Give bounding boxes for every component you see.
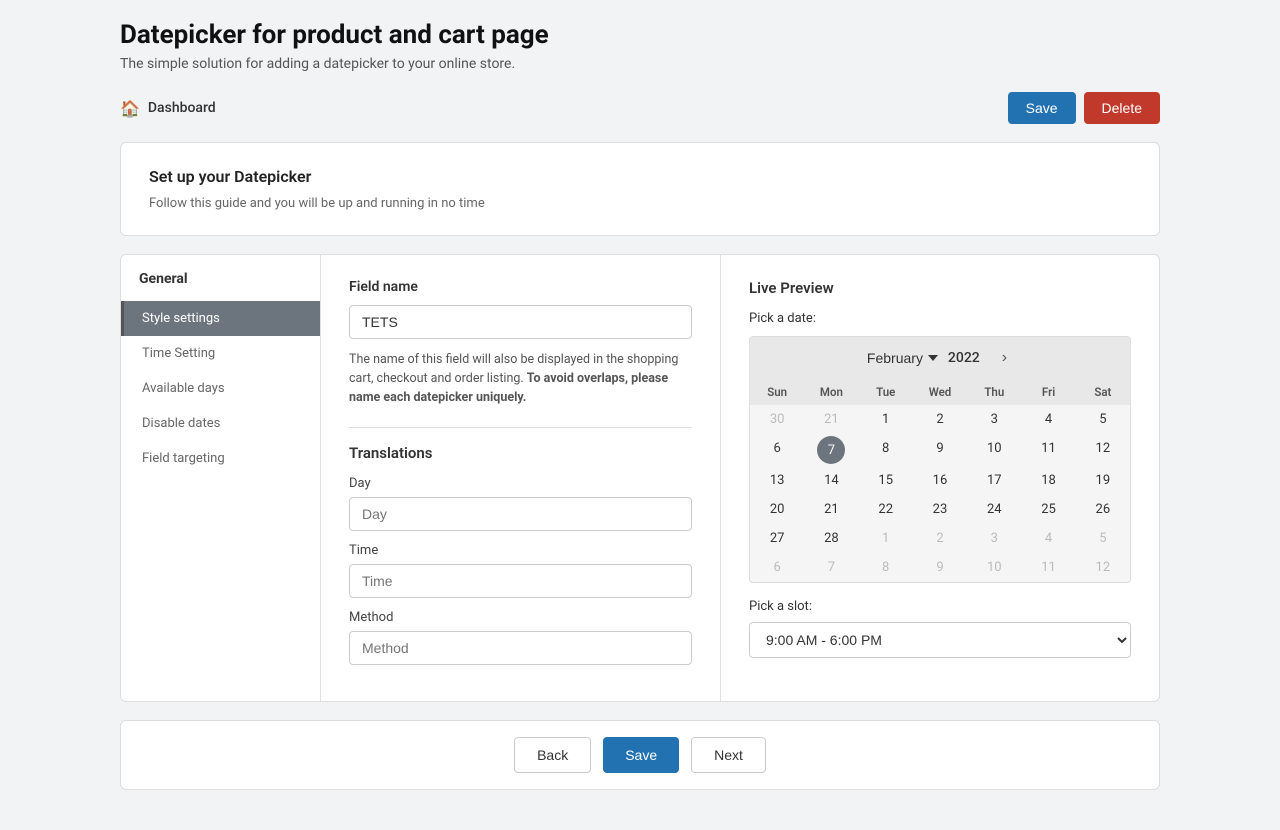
- top-bar: 🏠 Dashboard Save Delete: [120, 92, 1160, 124]
- calendar-date[interactable]: 7: [804, 553, 858, 582]
- sidebar-title: General: [121, 271, 320, 301]
- calendar-date[interactable]: 20: [750, 495, 804, 524]
- calendar-date[interactable]: 9: [913, 434, 967, 466]
- bottom-bar: Back Save Next: [120, 720, 1160, 790]
- calendar-date[interactable]: 28: [804, 524, 858, 553]
- save-button-bottom[interactable]: Save: [603, 737, 679, 773]
- calendar-date[interactable]: 6: [750, 434, 804, 466]
- calendar-date[interactable]: 12: [1076, 434, 1130, 466]
- translations-title: Translations: [349, 444, 692, 462]
- field-name-note: The name of this field will also be disp…: [349, 351, 692, 407]
- calendar-date[interactable]: 6: [750, 553, 804, 582]
- pick-date-label: Pick a date:: [749, 311, 1131, 326]
- calendar-date[interactable]: 3: [967, 524, 1021, 553]
- calendar-date[interactable]: 11: [1021, 434, 1075, 466]
- calendar-month-select[interactable]: February January March: [867, 350, 940, 366]
- page-title: Datepicker for product and cart page: [120, 20, 1160, 50]
- calendar-date[interactable]: 19: [1076, 466, 1130, 495]
- cal-day-mon: Mon: [804, 379, 858, 405]
- dashboard-label: Dashboard: [148, 100, 216, 116]
- calendar-date[interactable]: 4: [1021, 405, 1075, 434]
- calendar-date[interactable]: 30: [750, 405, 804, 434]
- calendar-date[interactable]: 11: [1021, 553, 1075, 582]
- time-input[interactable]: [349, 564, 692, 598]
- calendar-date[interactable]: 2: [913, 524, 967, 553]
- calendar-date[interactable]: 16: [913, 466, 967, 495]
- calendar-date[interactable]: 25: [1021, 495, 1075, 524]
- pick-slot-label: Pick a slot:: [749, 599, 1131, 614]
- delete-button[interactable]: Delete: [1084, 92, 1160, 124]
- next-button[interactable]: Next: [691, 737, 766, 773]
- calendar-date[interactable]: 10: [967, 553, 1021, 582]
- calendar-date[interactable]: 18: [1021, 466, 1075, 495]
- calendar-date[interactable]: 1: [859, 524, 913, 553]
- calendar-date[interactable]: 17: [967, 466, 1021, 495]
- sidebar-item-style-settings[interactable]: Style settings: [121, 301, 320, 336]
- calendar-date[interactable]: 24: [967, 495, 1021, 524]
- sidebar-item-field-targeting[interactable]: Field targeting: [121, 441, 320, 476]
- calendar-date[interactable]: 27: [750, 524, 804, 553]
- cal-day-tue: Tue: [859, 379, 913, 405]
- calendar-date[interactable]: 9: [913, 553, 967, 582]
- sidebar: General Style settings Time Setting Avai…: [121, 255, 321, 701]
- calendar-date[interactable]: 7: [817, 436, 845, 464]
- preview-title: Live Preview: [749, 279, 1131, 297]
- field-name-input[interactable]: [349, 305, 692, 339]
- calendar-date[interactable]: 10: [967, 434, 1021, 466]
- page-header: Datepicker for product and cart page The…: [120, 20, 1160, 72]
- time-label: Time: [349, 543, 692, 558]
- day-label: Day: [349, 476, 692, 491]
- main-content: General Style settings Time Setting Avai…: [120, 254, 1160, 702]
- cal-day-sat: Sat: [1076, 379, 1130, 405]
- field-name-label: Field name: [349, 279, 692, 295]
- back-button[interactable]: Back: [514, 737, 591, 773]
- page-subtitle: The simple solution for adding a datepic…: [120, 56, 1160, 72]
- form-panel: Field name The name of this field will a…: [321, 255, 721, 701]
- top-actions: Save Delete: [1008, 92, 1160, 124]
- setup-card-title: Set up your Datepicker: [149, 167, 1131, 186]
- calendar-header: February January March 2022 ›: [750, 337, 1130, 379]
- dashboard-link[interactable]: 🏠 Dashboard: [120, 99, 216, 118]
- sidebar-item-time-setting[interactable]: Time Setting: [121, 336, 320, 371]
- cal-day-sun: Sun: [750, 379, 804, 405]
- calendar-date[interactable]: 21: [804, 405, 858, 434]
- preview-panel: Live Preview Pick a date: February Janua…: [721, 255, 1159, 701]
- setup-card: Set up your Datepicker Follow this guide…: [120, 142, 1160, 236]
- calendar-date[interactable]: 8: [859, 434, 913, 466]
- calendar-date[interactable]: 8: [859, 553, 913, 582]
- save-button-top[interactable]: Save: [1008, 92, 1076, 124]
- sidebar-item-disable-dates[interactable]: Disable dates: [121, 406, 320, 441]
- calendar-date[interactable]: 1: [859, 405, 913, 434]
- calendar-date[interactable]: 21: [804, 495, 858, 524]
- calendar-date[interactable]: 26: [1076, 495, 1130, 524]
- sidebar-item-available-days[interactable]: Available days: [121, 371, 320, 406]
- calendar-date[interactable]: 4: [1021, 524, 1075, 553]
- calendar: February January March 2022 › Sun Mon Tu…: [749, 336, 1131, 583]
- cal-day-wed: Wed: [913, 379, 967, 405]
- cal-day-thu: Thu: [967, 379, 1021, 405]
- method-input[interactable]: [349, 631, 692, 665]
- calendar-date[interactable]: 5: [1076, 524, 1130, 553]
- calendar-grid: Sun Mon Tue Wed Thu Fri Sat 302112345678…: [750, 379, 1130, 582]
- calendar-date[interactable]: 5: [1076, 405, 1130, 434]
- calendar-date[interactable]: 22: [859, 495, 913, 524]
- calendar-date[interactable]: 12: [1076, 553, 1130, 582]
- cal-day-fri: Fri: [1021, 379, 1075, 405]
- calendar-date[interactable]: 13: [750, 466, 804, 495]
- calendar-year: 2022: [948, 350, 980, 366]
- calendar-date[interactable]: 14: [804, 466, 858, 495]
- calendar-days-header: Sun Mon Tue Wed Thu Fri Sat: [750, 379, 1130, 405]
- calendar-date[interactable]: 15: [859, 466, 913, 495]
- day-input[interactable]: [349, 497, 692, 531]
- calendar-date[interactable]: 2: [913, 405, 967, 434]
- calendar-next-button[interactable]: ›: [996, 347, 1013, 369]
- home-icon: 🏠: [120, 99, 140, 118]
- slot-select[interactable]: 9:00 AM - 6:00 PM: [749, 622, 1131, 658]
- calendar-date[interactable]: 23: [913, 495, 967, 524]
- setup-card-description: Follow this guide and you will be up and…: [149, 196, 1131, 211]
- method-label: Method: [349, 610, 692, 625]
- calendar-dates: 3021123456789101112131415161718192021222…: [750, 405, 1130, 582]
- calendar-date[interactable]: 3: [967, 405, 1021, 434]
